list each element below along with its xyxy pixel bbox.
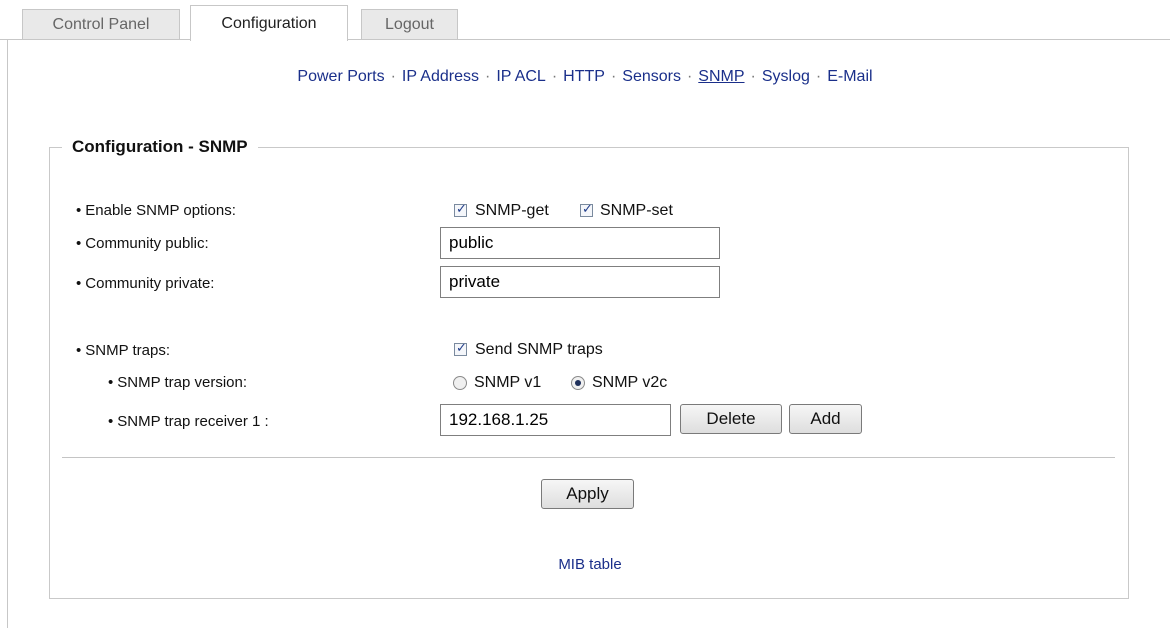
community-private-input[interactable]: private: [440, 266, 720, 298]
tab-underline: [0, 39, 1170, 40]
snmp-get-label: SNMP-get: [475, 202, 549, 219]
mib-table-link[interactable]: MIB table: [0, 556, 1170, 573]
subnav-separator: ·: [815, 68, 822, 85]
apply-button[interactable]: Apply: [541, 479, 634, 509]
trap-receiver-label: SNMP trap receiver 1 :: [108, 413, 268, 430]
trap-v1-radio[interactable]: [453, 376, 467, 390]
trap-receiver-input[interactable]: 192.168.1.25: [440, 404, 671, 436]
subnav-power-ports[interactable]: Power Ports: [297, 68, 384, 85]
subnav-snmp[interactable]: SNMP: [698, 68, 744, 85]
subnav-ip-address[interactable]: IP Address: [402, 68, 479, 85]
send-traps-checkbox[interactable]: ✓: [454, 340, 467, 356]
radio-selected-dot: [575, 380, 581, 386]
check-icon: ✓: [456, 340, 467, 355]
subnav-ip-acl[interactable]: IP ACL: [496, 68, 546, 85]
send-traps-label: Send SNMP traps: [475, 341, 603, 358]
subnav-separator: ·: [390, 68, 396, 85]
tab-logout[interactable]: Logout: [361, 9, 458, 39]
snmp-set-label: SNMP-set: [600, 202, 673, 219]
add-button[interactable]: Add: [789, 404, 862, 434]
community-public-label: Community public:: [76, 235, 208, 252]
tab-control-panel[interactable]: Control Panel: [22, 9, 180, 39]
subnav-sensors[interactable]: Sensors: [622, 68, 681, 85]
config-subnav: Power Ports · IP Address · IP ACL · HTTP · Senso…: [0, 68, 1170, 86]
snmp-traps-label: SNMP traps:: [76, 342, 170, 359]
subnav-http[interactable]: HTTP: [563, 68, 605, 85]
content-left-border: [7, 40, 8, 628]
snmp-get-checkbox[interactable]: ✓: [454, 201, 467, 217]
subnav-separator: ·: [551, 68, 558, 85]
check-icon: ✓: [456, 201, 467, 216]
subnav-email[interactable]: E-Mail: [827, 68, 872, 85]
subnav-separator: ·: [686, 68, 693, 85]
enable-snmp-label: Enable SNMP options:: [76, 202, 236, 219]
subnav-separator: ·: [484, 68, 491, 85]
tab-configuration[interactable]: Configuration: [190, 5, 348, 41]
community-private-label: Community private:: [76, 275, 214, 292]
tab-bar: Control Panel Configuration Logout: [0, 0, 1170, 41]
snmp-set-checkbox[interactable]: ✓: [580, 201, 593, 217]
delete-button[interactable]: Delete: [680, 404, 782, 434]
trap-v2c-label: SNMP v2c: [592, 374, 668, 391]
section-title: Configuration - SNMP: [62, 136, 258, 158]
check-icon: ✓: [582, 201, 593, 216]
subnav-syslog[interactable]: Syslog: [762, 68, 810, 85]
trap-v2c-radio[interactable]: [571, 376, 585, 390]
divider: [62, 457, 1115, 458]
trap-v1-label: SNMP v1: [474, 374, 542, 391]
community-public-input[interactable]: public: [440, 227, 720, 259]
subnav-separator: ·: [750, 68, 756, 85]
subnav-separator: ·: [610, 68, 617, 85]
trap-version-label: SNMP trap version:: [108, 374, 247, 391]
